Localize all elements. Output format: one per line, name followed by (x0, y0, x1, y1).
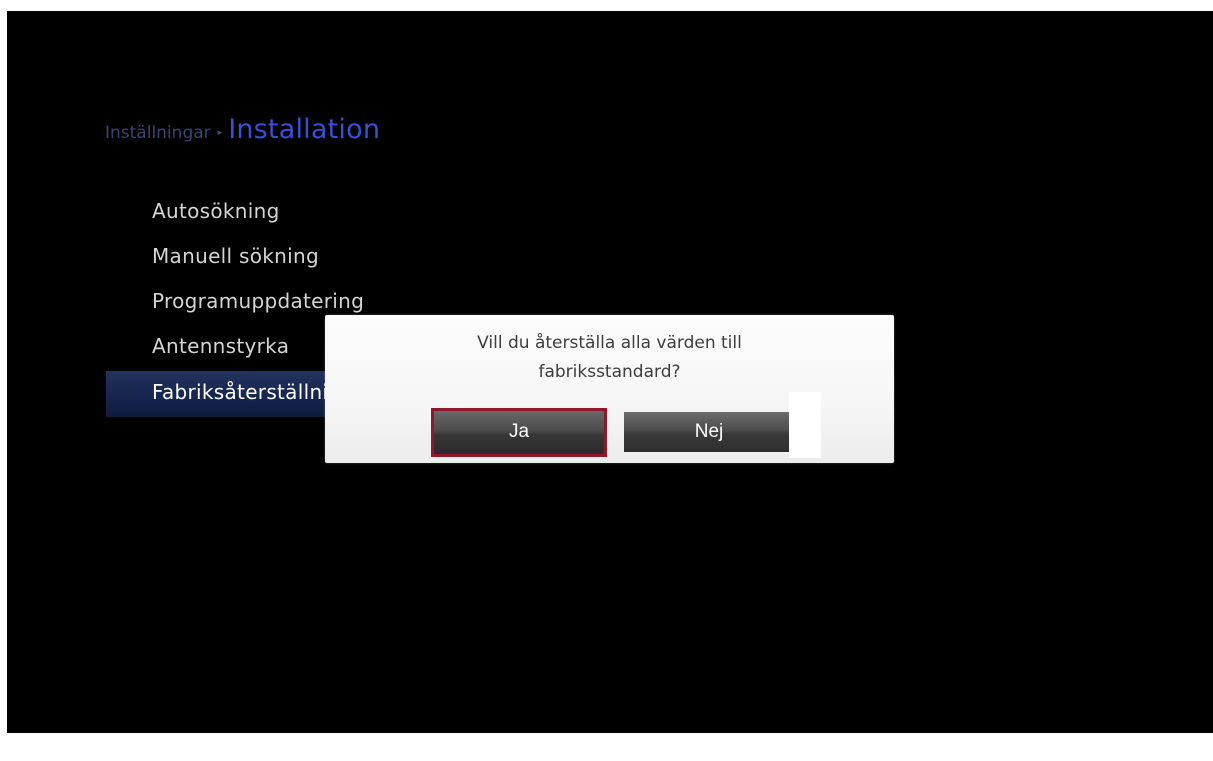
no-button[interactable]: Nej (624, 412, 794, 452)
page-title: Installation (228, 114, 381, 145)
tv-screen: Inställningar ▸ Installation Autosökning… (7, 11, 1213, 733)
dialog-message-line-1: Vill du återställa alla värden till (477, 333, 742, 353)
breadcrumb-separator-icon: ▸ (217, 128, 223, 138)
yes-button[interactable]: Ja (431, 408, 607, 457)
menu-item-manuell-sokning[interactable]: Manuell sökning (106, 236, 436, 281)
breadcrumb: Inställningar ▸ Installation (105, 114, 380, 154)
dialog-message-line-2: fabriksstandard? (538, 362, 681, 382)
menu-item-autosokning[interactable]: Autosökning (106, 191, 436, 236)
dialog-message: Vill du återställa alla värden till fabr… (325, 329, 894, 387)
white-overlay-patch (789, 392, 821, 458)
breadcrumb-parent[interactable]: Inställningar (105, 123, 211, 143)
